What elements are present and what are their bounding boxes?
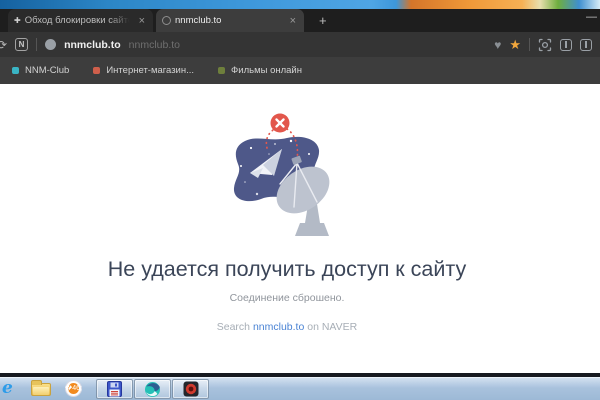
divider — [36, 38, 37, 51]
media-player-icon[interactable]: �46; — [65, 380, 82, 397]
search-link[interactable]: nnmclub.to — [253, 321, 304, 333]
bookmark-label: NNM-Club — [25, 65, 69, 76]
bookmark-favicon — [12, 67, 19, 74]
floppy-backup-icon[interactable] — [96, 379, 133, 399]
tab-title: Обход блокировки сайтов в Р — [25, 15, 133, 26]
address-bar: ⟳ N nnmclub.to nnmclub.to ♥ ★ — [0, 32, 600, 57]
search-infix: on — [307, 321, 319, 333]
bookmark-favicon — [218, 67, 225, 74]
search-suggestion: Search nnmclub.to on NAVER — [0, 321, 574, 333]
heart-icon[interactable]: ♥ — [494, 38, 501, 52]
taskbar: e �46; — [0, 377, 600, 400]
loading-icon — [162, 16, 171, 25]
search-engine: NAVER — [322, 321, 357, 333]
bookmark-label: Интернет-магазин... — [106, 65, 194, 76]
screen-recorder-icon[interactable] — [172, 379, 209, 399]
sidebar-panel-icon[interactable] — [560, 39, 572, 51]
tab-favicon-icon: ✚ — [14, 16, 21, 25]
url-suggestion: nnmclub.to — [129, 39, 180, 51]
browser-window: ✚ Обход блокировки сайтов в Р × nnmclub.… — [0, 9, 600, 373]
new-tab-button[interactable]: + — [314, 13, 332, 28]
bookmark-label: Фильмы онлайн — [231, 65, 302, 76]
page-content: Не удается получить доступ к сайту Соеди… — [0, 84, 600, 373]
reload-icon[interactable]: ⟳ — [0, 38, 7, 52]
split-view-icon[interactable] — [580, 39, 592, 51]
screen: ✚ Обход блокировки сайтов в Р × nnmclub.… — [0, 0, 600, 400]
connection-error-illustration — [217, 110, 357, 240]
error-title: Не удается получить доступ к сайту — [0, 257, 574, 282]
site-info-icon[interactable] — [45, 39, 56, 50]
capture-icon[interactable] — [538, 38, 552, 52]
close-tab-icon[interactable]: × — [137, 15, 147, 27]
minimize-button[interactable]: — — [586, 11, 596, 23]
bookmark-star-icon[interactable]: ★ — [509, 37, 521, 53]
bookmark-films-online[interactable]: Фильмы онлайн — [218, 65, 302, 76]
search-prefix: Search — [217, 321, 250, 333]
bookmarks-bar: NNM-Club Интернет-магазин... Фильмы онла… — [0, 57, 600, 84]
close-tab-icon[interactable]: × — [288, 15, 298, 27]
whale-n-badge-icon[interactable]: N — [15, 38, 28, 51]
url-host: nnmclub.to — [64, 39, 121, 51]
bookmark-favicon — [93, 67, 100, 74]
tab-nnmclub[interactable]: nnmclub.to × — [156, 9, 304, 32]
bookmark-internet-shop[interactable]: Интернет-магазин... — [93, 65, 194, 76]
error-subtitle: Соединение сброшено. — [0, 292, 574, 304]
error-x-icon — [271, 114, 290, 133]
bookmark-nnm-club[interactable]: NNM-Club — [12, 65, 69, 76]
whale-browser-icon[interactable] — [134, 379, 171, 399]
desktop-wallpaper-strip — [0, 0, 600, 9]
tab-blocked-sites[interactable]: ✚ Обход блокировки сайтов в Р × — [8, 9, 153, 32]
divider — [529, 38, 530, 51]
tab-bar: ✚ Обход блокировки сайтов в Р × nnmclub.… — [0, 9, 600, 32]
internet-explorer-icon[interactable]: e — [2, 380, 13, 397]
tab-title: nnmclub.to — [175, 15, 284, 26]
folder-icon[interactable] — [31, 383, 51, 396]
